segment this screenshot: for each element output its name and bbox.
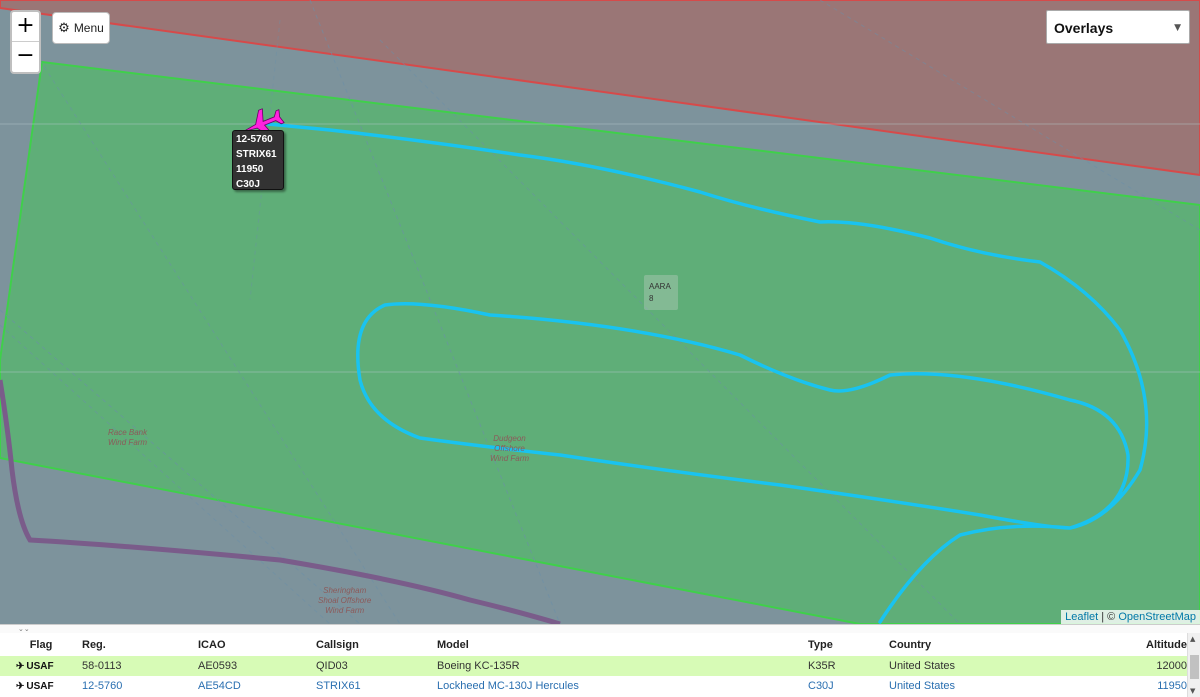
aircraft-label-reg: 12-5760 [236,134,273,145]
map-canvas[interactable] [0,0,1200,624]
aircraft-table-panel: Flag Reg. ICAO Callsign Model Type Count… [0,633,1200,697]
flag-text: USAF [26,680,54,692]
wind-farm-line: Offshore [494,444,525,453]
wind-farm-line: Race Bank [108,428,148,437]
country-cell: United States [889,656,1079,676]
aircraft-label-type: C30J [236,179,260,190]
zoom-control: + − [10,10,41,74]
col-header-country[interactable]: Country [889,633,1079,656]
flag-cell: ✈ USAF [0,656,82,676]
menu-label: Menu [73,21,104,35]
wind-farm-line: Wind Farm [490,454,530,463]
col-header-icao[interactable]: ICAO [198,633,316,656]
flag-cell: ✈ USAF [0,676,82,696]
altitude-cell: 12000 [1079,656,1187,676]
altitude-cell: 11950 [1079,676,1187,696]
aara-label-number: 8 [649,294,654,303]
aircraft-label-callsign: STRIX61 [236,149,277,160]
callsign-cell: QID03 [316,656,437,676]
reg-cell: 12-5760 [82,676,198,696]
menu-button[interactable]: ⚙ Menu [52,12,110,44]
aara-label-name: AARA [649,282,671,291]
overlays-select[interactable]: Overlays ▼ [1046,10,1190,44]
col-header-model[interactable]: Model [437,633,808,656]
wind-farm-label: Race Bank Wind Farm [108,428,147,448]
aara-label: AARA 8 [644,275,678,310]
zoom-out-button[interactable]: − [12,42,39,72]
wind-farm-label: Dudgeon Offshore Wind Farm [490,434,529,464]
table-row[interactable]: ✈ USAF 58-0113 AE0593 QID03 Boeing KC-135… [0,656,1187,676]
usaf-emblem-icon: ✈ [16,660,25,672]
callsign-cell: STRIX61 [316,676,437,696]
aircraft-table: Flag Reg. ICAO Callsign Model Type Count… [0,633,1187,696]
reg-cell: 58-0113 [82,656,198,676]
col-header-type[interactable]: Type [808,633,889,656]
wind-farm-label: Sheringham Shoal Offshore Wind Farm [318,586,371,616]
table-header-row: Flag Reg. ICAO Callsign Model Type Count… [0,633,1187,656]
wind-farm-line: Dudgeon [493,434,526,443]
icao-cell: AE0593 [198,656,316,676]
map-attribution: Leaflet | © OpenStreetMap [1061,610,1200,624]
attribution-separator: | © [1098,611,1119,623]
model-cell: Lockheed MC-130J Hercules [437,676,808,696]
usaf-emblem-icon: ✈ [16,680,25,692]
col-header-altitude[interactable]: Altitude [1079,633,1187,656]
zoom-in-button[interactable]: + [12,12,39,42]
wind-farm-line: Shoal Offshore [318,596,372,605]
col-header-callsign[interactable]: Callsign [316,633,437,656]
scroll-down-icon[interactable]: ▼ [1190,687,1195,695]
wind-farm-line: Wind Farm [108,438,148,447]
icao-cell: AE54CD [198,676,316,696]
country-cell: United States [889,676,1079,696]
col-header-flag[interactable]: Flag [0,633,82,656]
aircraft-label-altitude: 11950 [236,164,264,175]
scroll-up-icon[interactable]: ▲ [1190,635,1195,643]
overlays-label: Overlays [1054,20,1114,36]
table-scrollbar[interactable]: ▲ ▼ [1187,633,1200,697]
wind-farm-line: Sheringham [323,586,367,595]
gear-icon: ⚙ [58,20,70,36]
scrollbar-thumb[interactable] [1190,655,1199,679]
panel-resize-handle[interactable]: ⌄⌄ [0,624,1200,633]
type-cell: K35R [808,656,889,676]
wind-farm-line: Wind Farm [325,606,365,615]
chevron-down-icon: ▼ [1174,23,1181,33]
type-cell: C30J [808,676,889,696]
table-row[interactable]: ✈ USAF 12-5760 AE54CD STRIX61 Lockheed MC… [0,676,1187,696]
flag-text: USAF [26,660,54,672]
col-header-reg[interactable]: Reg. [82,633,198,656]
aircraft-label[interactable]: 12-5760 STRIX61 11950 C30J [232,130,284,190]
leaflet-link[interactable]: Leaflet [1065,611,1098,623]
osm-link[interactable]: OpenStreetMap [1118,611,1196,623]
model-cell: Boeing KC-135R [437,656,808,676]
map-view[interactable]: + − ⚙ Menu Overlays ▼ 12-5760 STRIX61 11… [0,0,1200,624]
